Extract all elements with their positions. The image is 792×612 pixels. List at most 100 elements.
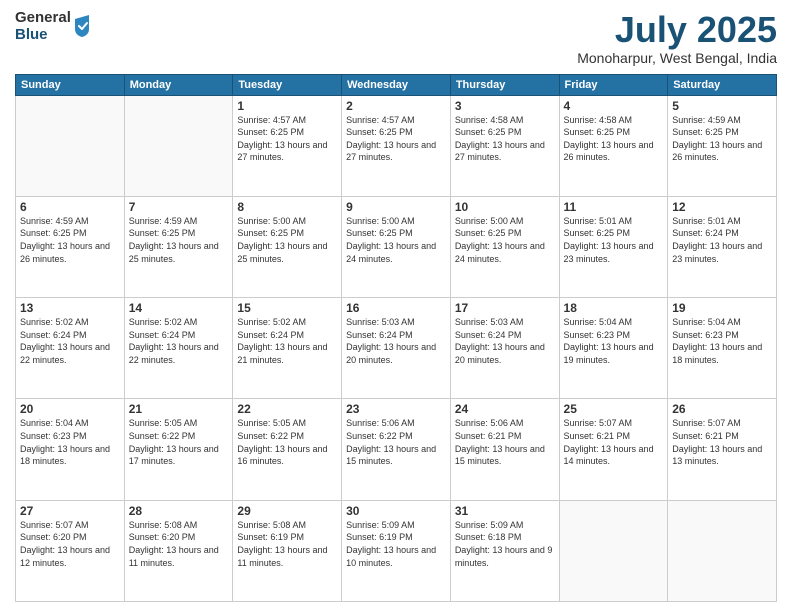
- table-row: 9Sunrise: 5:00 AM Sunset: 6:25 PM Daylig…: [342, 196, 451, 297]
- day-number: 24: [455, 402, 555, 416]
- table-row: [124, 95, 233, 196]
- day-number: 13: [20, 301, 120, 315]
- day-number: 18: [564, 301, 664, 315]
- day-info: Sunrise: 4:59 AM Sunset: 6:25 PM Dayligh…: [672, 114, 772, 164]
- day-info: Sunrise: 5:07 AM Sunset: 6:20 PM Dayligh…: [20, 519, 120, 569]
- day-info: Sunrise: 5:03 AM Sunset: 6:24 PM Dayligh…: [346, 316, 446, 366]
- day-number: 5: [672, 99, 772, 113]
- day-number: 14: [129, 301, 229, 315]
- table-row: 13Sunrise: 5:02 AM Sunset: 6:24 PM Dayli…: [16, 298, 125, 399]
- day-info: Sunrise: 5:04 AM Sunset: 6:23 PM Dayligh…: [20, 417, 120, 467]
- day-info: Sunrise: 5:09 AM Sunset: 6:18 PM Dayligh…: [455, 519, 555, 569]
- calendar-week-row: 27Sunrise: 5:07 AM Sunset: 6:20 PM Dayli…: [16, 500, 777, 601]
- table-row: 29Sunrise: 5:08 AM Sunset: 6:19 PM Dayli…: [233, 500, 342, 601]
- table-row: 8Sunrise: 5:00 AM Sunset: 6:25 PM Daylig…: [233, 196, 342, 297]
- day-number: 8: [237, 200, 337, 214]
- day-number: 26: [672, 402, 772, 416]
- day-info: Sunrise: 5:01 AM Sunset: 6:24 PM Dayligh…: [672, 215, 772, 265]
- day-number: 30: [346, 504, 446, 518]
- table-row: 21Sunrise: 5:05 AM Sunset: 6:22 PM Dayli…: [124, 399, 233, 500]
- table-row: [559, 500, 668, 601]
- table-row: [668, 500, 777, 601]
- table-row: 12Sunrise: 5:01 AM Sunset: 6:24 PM Dayli…: [668, 196, 777, 297]
- day-number: 29: [237, 504, 337, 518]
- day-number: 3: [455, 99, 555, 113]
- table-row: 24Sunrise: 5:06 AM Sunset: 6:21 PM Dayli…: [450, 399, 559, 500]
- calendar-table: Sunday Monday Tuesday Wednesday Thursday…: [15, 74, 777, 602]
- day-info: Sunrise: 5:07 AM Sunset: 6:21 PM Dayligh…: [672, 417, 772, 467]
- table-row: 28Sunrise: 5:08 AM Sunset: 6:20 PM Dayli…: [124, 500, 233, 601]
- day-info: Sunrise: 4:59 AM Sunset: 6:25 PM Dayligh…: [20, 215, 120, 265]
- day-info: Sunrise: 5:02 AM Sunset: 6:24 PM Dayligh…: [129, 316, 229, 366]
- page: General Blue July 2025 Monoharpur, West …: [0, 0, 792, 612]
- day-info: Sunrise: 5:05 AM Sunset: 6:22 PM Dayligh…: [129, 417, 229, 467]
- day-info: Sunrise: 5:04 AM Sunset: 6:23 PM Dayligh…: [564, 316, 664, 366]
- calendar-header-row: Sunday Monday Tuesday Wednesday Thursday…: [16, 74, 777, 95]
- day-info: Sunrise: 4:59 AM Sunset: 6:25 PM Dayligh…: [129, 215, 229, 265]
- day-info: Sunrise: 5:08 AM Sunset: 6:20 PM Dayligh…: [129, 519, 229, 569]
- header-thursday: Thursday: [450, 74, 559, 95]
- table-row: 11Sunrise: 5:01 AM Sunset: 6:25 PM Dayli…: [559, 196, 668, 297]
- table-row: 2Sunrise: 4:57 AM Sunset: 6:25 PM Daylig…: [342, 95, 451, 196]
- day-info: Sunrise: 5:08 AM Sunset: 6:19 PM Dayligh…: [237, 519, 337, 569]
- table-row: [16, 95, 125, 196]
- day-number: 10: [455, 200, 555, 214]
- day-number: 17: [455, 301, 555, 315]
- table-row: 23Sunrise: 5:06 AM Sunset: 6:22 PM Dayli…: [342, 399, 451, 500]
- table-row: 25Sunrise: 5:07 AM Sunset: 6:21 PM Dayli…: [559, 399, 668, 500]
- day-info: Sunrise: 5:03 AM Sunset: 6:24 PM Dayligh…: [455, 316, 555, 366]
- month-title: July 2025: [577, 10, 777, 50]
- table-row: 27Sunrise: 5:07 AM Sunset: 6:20 PM Dayli…: [16, 500, 125, 601]
- header: General Blue July 2025 Monoharpur, West …: [15, 10, 777, 66]
- table-row: 26Sunrise: 5:07 AM Sunset: 6:21 PM Dayli…: [668, 399, 777, 500]
- table-row: 16Sunrise: 5:03 AM Sunset: 6:24 PM Dayli…: [342, 298, 451, 399]
- day-info: Sunrise: 5:02 AM Sunset: 6:24 PM Dayligh…: [20, 316, 120, 366]
- table-row: 7Sunrise: 4:59 AM Sunset: 6:25 PM Daylig…: [124, 196, 233, 297]
- day-number: 21: [129, 402, 229, 416]
- day-number: 11: [564, 200, 664, 214]
- table-row: 15Sunrise: 5:02 AM Sunset: 6:24 PM Dayli…: [233, 298, 342, 399]
- day-number: 1: [237, 99, 337, 113]
- day-info: Sunrise: 5:09 AM Sunset: 6:19 PM Dayligh…: [346, 519, 446, 569]
- day-number: 2: [346, 99, 446, 113]
- table-row: 18Sunrise: 5:04 AM Sunset: 6:23 PM Dayli…: [559, 298, 668, 399]
- day-info: Sunrise: 5:02 AM Sunset: 6:24 PM Dayligh…: [237, 316, 337, 366]
- calendar-week-row: 1Sunrise: 4:57 AM Sunset: 6:25 PM Daylig…: [16, 95, 777, 196]
- day-number: 23: [346, 402, 446, 416]
- day-info: Sunrise: 5:04 AM Sunset: 6:23 PM Dayligh…: [672, 316, 772, 366]
- table-row: 10Sunrise: 5:00 AM Sunset: 6:25 PM Dayli…: [450, 196, 559, 297]
- day-number: 9: [346, 200, 446, 214]
- table-row: 30Sunrise: 5:09 AM Sunset: 6:19 PM Dayli…: [342, 500, 451, 601]
- table-row: 3Sunrise: 4:58 AM Sunset: 6:25 PM Daylig…: [450, 95, 559, 196]
- calendar-week-row: 13Sunrise: 5:02 AM Sunset: 6:24 PM Dayli…: [16, 298, 777, 399]
- day-number: 28: [129, 504, 229, 518]
- day-number: 27: [20, 504, 120, 518]
- logo-general: General: [15, 10, 71, 27]
- table-row: 31Sunrise: 5:09 AM Sunset: 6:18 PM Dayli…: [450, 500, 559, 601]
- header-monday: Monday: [124, 74, 233, 95]
- calendar-week-row: 20Sunrise: 5:04 AM Sunset: 6:23 PM Dayli…: [16, 399, 777, 500]
- day-info: Sunrise: 4:58 AM Sunset: 6:25 PM Dayligh…: [455, 114, 555, 164]
- day-info: Sunrise: 5:00 AM Sunset: 6:25 PM Dayligh…: [237, 215, 337, 265]
- table-row: 19Sunrise: 5:04 AM Sunset: 6:23 PM Dayli…: [668, 298, 777, 399]
- table-row: 6Sunrise: 4:59 AM Sunset: 6:25 PM Daylig…: [16, 196, 125, 297]
- table-row: 20Sunrise: 5:04 AM Sunset: 6:23 PM Dayli…: [16, 399, 125, 500]
- header-tuesday: Tuesday: [233, 74, 342, 95]
- table-row: 1Sunrise: 4:57 AM Sunset: 6:25 PM Daylig…: [233, 95, 342, 196]
- table-row: 14Sunrise: 5:02 AM Sunset: 6:24 PM Dayli…: [124, 298, 233, 399]
- day-number: 7: [129, 200, 229, 214]
- title-block: July 2025 Monoharpur, West Bengal, India: [577, 10, 777, 66]
- calendar-week-row: 6Sunrise: 4:59 AM Sunset: 6:25 PM Daylig…: [16, 196, 777, 297]
- day-info: Sunrise: 5:07 AM Sunset: 6:21 PM Dayligh…: [564, 417, 664, 467]
- logo-icon: [73, 15, 91, 37]
- header-friday: Friday: [559, 74, 668, 95]
- day-info: Sunrise: 4:57 AM Sunset: 6:25 PM Dayligh…: [346, 114, 446, 164]
- day-info: Sunrise: 4:57 AM Sunset: 6:25 PM Dayligh…: [237, 114, 337, 164]
- day-info: Sunrise: 5:01 AM Sunset: 6:25 PM Dayligh…: [564, 215, 664, 265]
- table-row: 22Sunrise: 5:05 AM Sunset: 6:22 PM Dayli…: [233, 399, 342, 500]
- day-number: 19: [672, 301, 772, 315]
- logo-blue: Blue: [15, 27, 71, 44]
- day-info: Sunrise: 5:06 AM Sunset: 6:21 PM Dayligh…: [455, 417, 555, 467]
- table-row: 4Sunrise: 4:58 AM Sunset: 6:25 PM Daylig…: [559, 95, 668, 196]
- header-wednesday: Wednesday: [342, 74, 451, 95]
